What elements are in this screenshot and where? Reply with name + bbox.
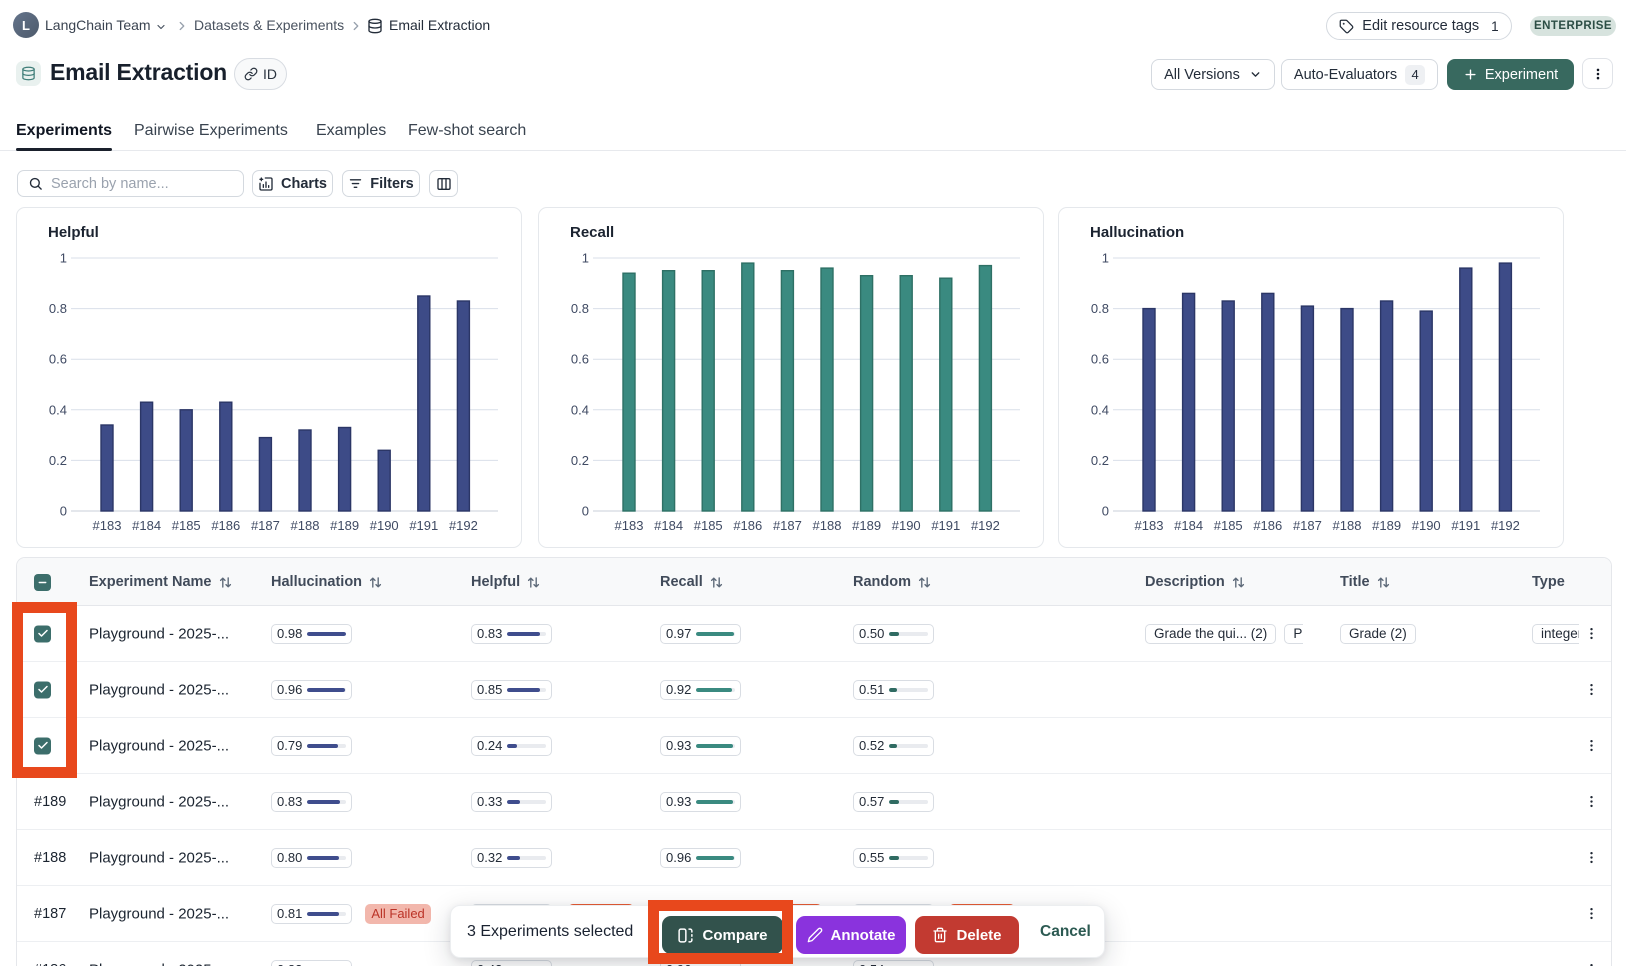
svg-text:#190: #190 (892, 518, 921, 533)
svg-text:#186: #186 (1253, 518, 1282, 533)
svg-text:0.2: 0.2 (1091, 453, 1109, 468)
svg-text:#183: #183 (615, 518, 644, 533)
svg-text:#192: #192 (1491, 518, 1520, 533)
svg-text:1: 1 (582, 251, 589, 266)
svg-text:0.2: 0.2 (571, 453, 589, 468)
svg-text:#192: #192 (971, 518, 1000, 533)
svg-text:#187: #187 (1293, 518, 1322, 533)
svg-text:0.8: 0.8 (49, 301, 67, 316)
svg-text:#188: #188 (291, 518, 320, 533)
svg-text:0.4: 0.4 (1091, 402, 1109, 417)
svg-text:0.4: 0.4 (571, 402, 589, 417)
svg-text:0.6: 0.6 (571, 352, 589, 367)
svg-text:#185: #185 (694, 518, 723, 533)
svg-text:#184: #184 (1174, 518, 1203, 533)
svg-text:0.2: 0.2 (49, 453, 67, 468)
svg-text:1: 1 (1102, 251, 1109, 266)
svg-text:#187: #187 (773, 518, 802, 533)
svg-text:#189: #189 (852, 518, 881, 533)
svg-text:#189: #189 (1372, 518, 1401, 533)
svg-text:#183: #183 (93, 518, 122, 533)
svg-text:0: 0 (582, 504, 589, 519)
svg-text:#192: #192 (449, 518, 478, 533)
svg-text:#185: #185 (172, 518, 201, 533)
svg-text:0: 0 (1102, 504, 1109, 519)
svg-text:#191: #191 (1451, 518, 1480, 533)
svg-text:#184: #184 (654, 518, 683, 533)
svg-text:0.4: 0.4 (49, 402, 67, 417)
svg-text:#183: #183 (1135, 518, 1164, 533)
svg-text:0: 0 (60, 504, 67, 519)
svg-text:0.6: 0.6 (1091, 352, 1109, 367)
svg-text:1: 1 (60, 251, 67, 266)
svg-text:0.6: 0.6 (49, 352, 67, 367)
svg-text:#190: #190 (370, 518, 399, 533)
svg-text:#186: #186 (733, 518, 762, 533)
svg-text:#185: #185 (1214, 518, 1243, 533)
svg-text:#189: #189 (330, 518, 359, 533)
svg-text:#191: #191 (931, 518, 960, 533)
svg-text:#191: #191 (409, 518, 438, 533)
svg-text:0.8: 0.8 (1091, 301, 1109, 316)
svg-text:#187: #187 (251, 518, 280, 533)
svg-text:#188: #188 (1333, 518, 1362, 533)
svg-text:#186: #186 (211, 518, 240, 533)
svg-text:#184: #184 (132, 518, 161, 533)
svg-text:#188: #188 (813, 518, 842, 533)
svg-text:#190: #190 (1412, 518, 1441, 533)
svg-text:0.8: 0.8 (571, 301, 589, 316)
